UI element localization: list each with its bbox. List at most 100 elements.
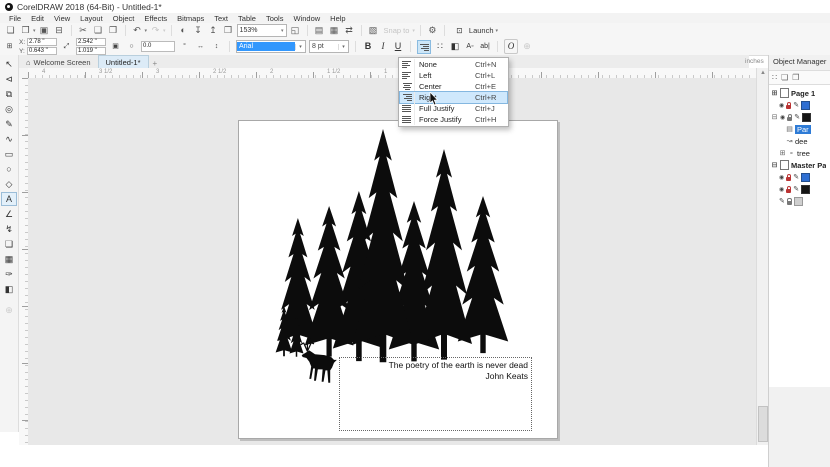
paste-icon[interactable]: ❒ [107,24,120,37]
transparency-tool[interactable]: ▦ [2,252,16,266]
save-icon[interactable]: ▣ [38,24,51,37]
interactive-fill-tool[interactable]: ◧ [2,282,16,296]
view-options-icon[interactable]: ∷ [772,73,777,82]
text-tool[interactable]: A [1,192,17,206]
y-position-field[interactable]: 0.643 " [27,47,57,55]
menu-window[interactable]: Window [288,14,325,23]
tree-row-page1[interactable]: ⊞ Page 1 [769,87,830,99]
zoom-tool[interactable]: ◎ [2,102,16,116]
print-icon[interactable]: ⊟ [53,24,66,37]
menu-item-full-justify[interactable]: Full Justify Ctrl+J [400,103,507,114]
lock-ratio-icon[interactable]: ▣ [109,40,122,53]
pick-tool[interactable]: ↖ [2,57,16,71]
bold-button[interactable]: B [362,40,374,53]
menu-file[interactable]: File [4,14,26,23]
expand-icon[interactable]: ⊞ [771,89,778,97]
scrollbar-thumb[interactable] [758,406,768,442]
menu-bitmaps[interactable]: Bitmaps [172,14,209,23]
lock-icon[interactable] [786,105,791,109]
open-icon[interactable]: ❐ [19,24,32,37]
italic-button[interactable]: I [377,40,389,53]
lock-icon[interactable] [787,201,792,205]
paragraph-text-label[interactable]: Par [795,125,811,134]
visibility-icon[interactable]: ◉ [779,186,784,193]
menu-layout[interactable]: Layout [75,14,108,23]
expand-icon[interactable]: ⊞ [779,149,786,157]
tab-welcome-screen[interactable]: ⌂ Welcome Screen [19,56,98,68]
menu-item-center[interactable]: Center Ctrl+E [400,81,507,92]
tree-row-guides-layer[interactable]: ◉ ✎ [769,99,830,111]
bulleted-list-button[interactable]: ∷ [434,40,446,53]
mirror-horizontal-icon[interactable]: ↔ [194,40,207,53]
menu-table[interactable]: Table [233,14,261,23]
drawing-area[interactable]: The poetry of the earth is never dead Jo… [28,78,756,445]
tree-row-master-desktop[interactable]: ◉ ✎ [769,183,830,195]
menu-help[interactable]: Help [325,14,350,23]
menu-view[interactable]: View [49,14,75,23]
zoom-dropdown-icon[interactable]: ▾ [281,28,284,34]
drop-cap-button[interactable]: ◧ [449,40,461,53]
edit-icon[interactable]: ✎ [793,185,799,193]
new-tab-button[interactable]: + [149,59,162,68]
visibility-icon[interactable]: ◉ [779,174,784,181]
edit-text-button[interactable]: ab| [479,40,491,53]
text-alignment-button[interactable] [417,40,431,54]
font-dropdown-icon[interactable]: ▾ [295,44,305,50]
tree-row-master-page[interactable]: ⊟ Master Pa [769,159,830,171]
artistic-media-tool[interactable]: ∿ [2,132,16,146]
rectangle-tool[interactable]: ▭ [2,147,16,161]
menu-item-force-justify[interactable]: Force Justify Ctrl+H [400,114,507,125]
tree-row-master-guides[interactable]: ◉ ✎ [769,171,830,183]
rotation-field[interactable]: 0.0 [141,41,175,52]
collapse-icon[interactable]: ⊟ [771,113,778,121]
search-icon[interactable]: ◐ [177,24,190,37]
width-field[interactable]: 2.542 " [76,38,106,46]
tab-untitled-document[interactable]: Untitled-1* [98,55,149,68]
preview-mode-icon[interactable]: ▧ [367,24,380,37]
menu-tools[interactable]: Tools [261,14,289,23]
edit-icon[interactable]: ✎ [793,101,799,109]
menu-object[interactable]: Object [108,14,140,23]
zoom-level-combo[interactable]: 153% ▾ [237,24,287,37]
launch-button[interactable]: ⊡ Launch ▾ [450,24,501,37]
freehand-tool[interactable]: ✎ [2,117,16,131]
height-field[interactable]: 1.019 " [76,47,106,55]
undo-icon[interactable]: ↶ [131,24,144,37]
visibility-icon[interactable]: ◉ [780,114,785,121]
menu-item-right[interactable]: Right Ctrl+R [400,92,507,103]
font-size-combo[interactable]: 8 pt ▾ [309,40,349,53]
drop-shadow-tool[interactable]: ❏ [2,237,16,251]
menu-item-none[interactable]: None Ctrl+N [400,59,507,70]
font-size-dropdown-icon[interactable]: ▾ [338,44,348,50]
edit-icon[interactable]: ✎ [793,173,799,181]
show-grid-icon[interactable]: ▦ [328,24,341,37]
copy-icon[interactable]: ❑ [92,24,105,37]
show-rulers-icon[interactable]: ▤ [313,24,326,37]
publish-pdf-icon[interactable]: ❒ [222,24,235,37]
tree-row-deer-curve[interactable]: ↝ dee [769,135,830,147]
menu-item-left[interactable]: Left Ctrl+L [400,70,507,81]
deer-label[interactable]: dee [795,137,808,146]
shape-tool[interactable]: ⊲ [2,72,16,86]
lock-icon[interactable] [787,117,792,121]
x-position-field[interactable]: 2.78 " [27,38,57,46]
options-gear-icon[interactable]: ⚙ [426,24,439,37]
cut-icon[interactable]: ✂ [77,24,90,37]
paragraph-text-frame[interactable]: The poetry of the earth is never dead Jo… [339,357,532,431]
pan-icon[interactable]: ⇄ [343,24,356,37]
connector-tool[interactable]: ↯ [2,222,16,236]
menu-effects[interactable]: Effects [139,14,172,23]
collapse-icon[interactable]: ⊟ [771,161,778,169]
launch-dropdown-icon[interactable]: ▾ [496,28,499,34]
eyedropper-tool[interactable]: ✑ [2,267,16,281]
tree-row-paragraph-text[interactable]: ▤ Par [769,123,830,135]
new-document-icon[interactable]: ❏ [4,24,17,37]
new-layer-icon[interactable]: ❏ [781,73,788,82]
polygon-tool[interactable]: ◇ [2,177,16,191]
undo-dropdown-icon[interactable]: ▾ [145,28,148,34]
menu-text[interactable]: Text [209,14,233,23]
outline-button[interactable]: O [504,39,518,54]
new-master-layer-icon[interactable]: ❐ [792,73,799,82]
dimension-tool[interactable]: ∠ [2,207,16,221]
menu-edit[interactable]: Edit [26,14,49,23]
